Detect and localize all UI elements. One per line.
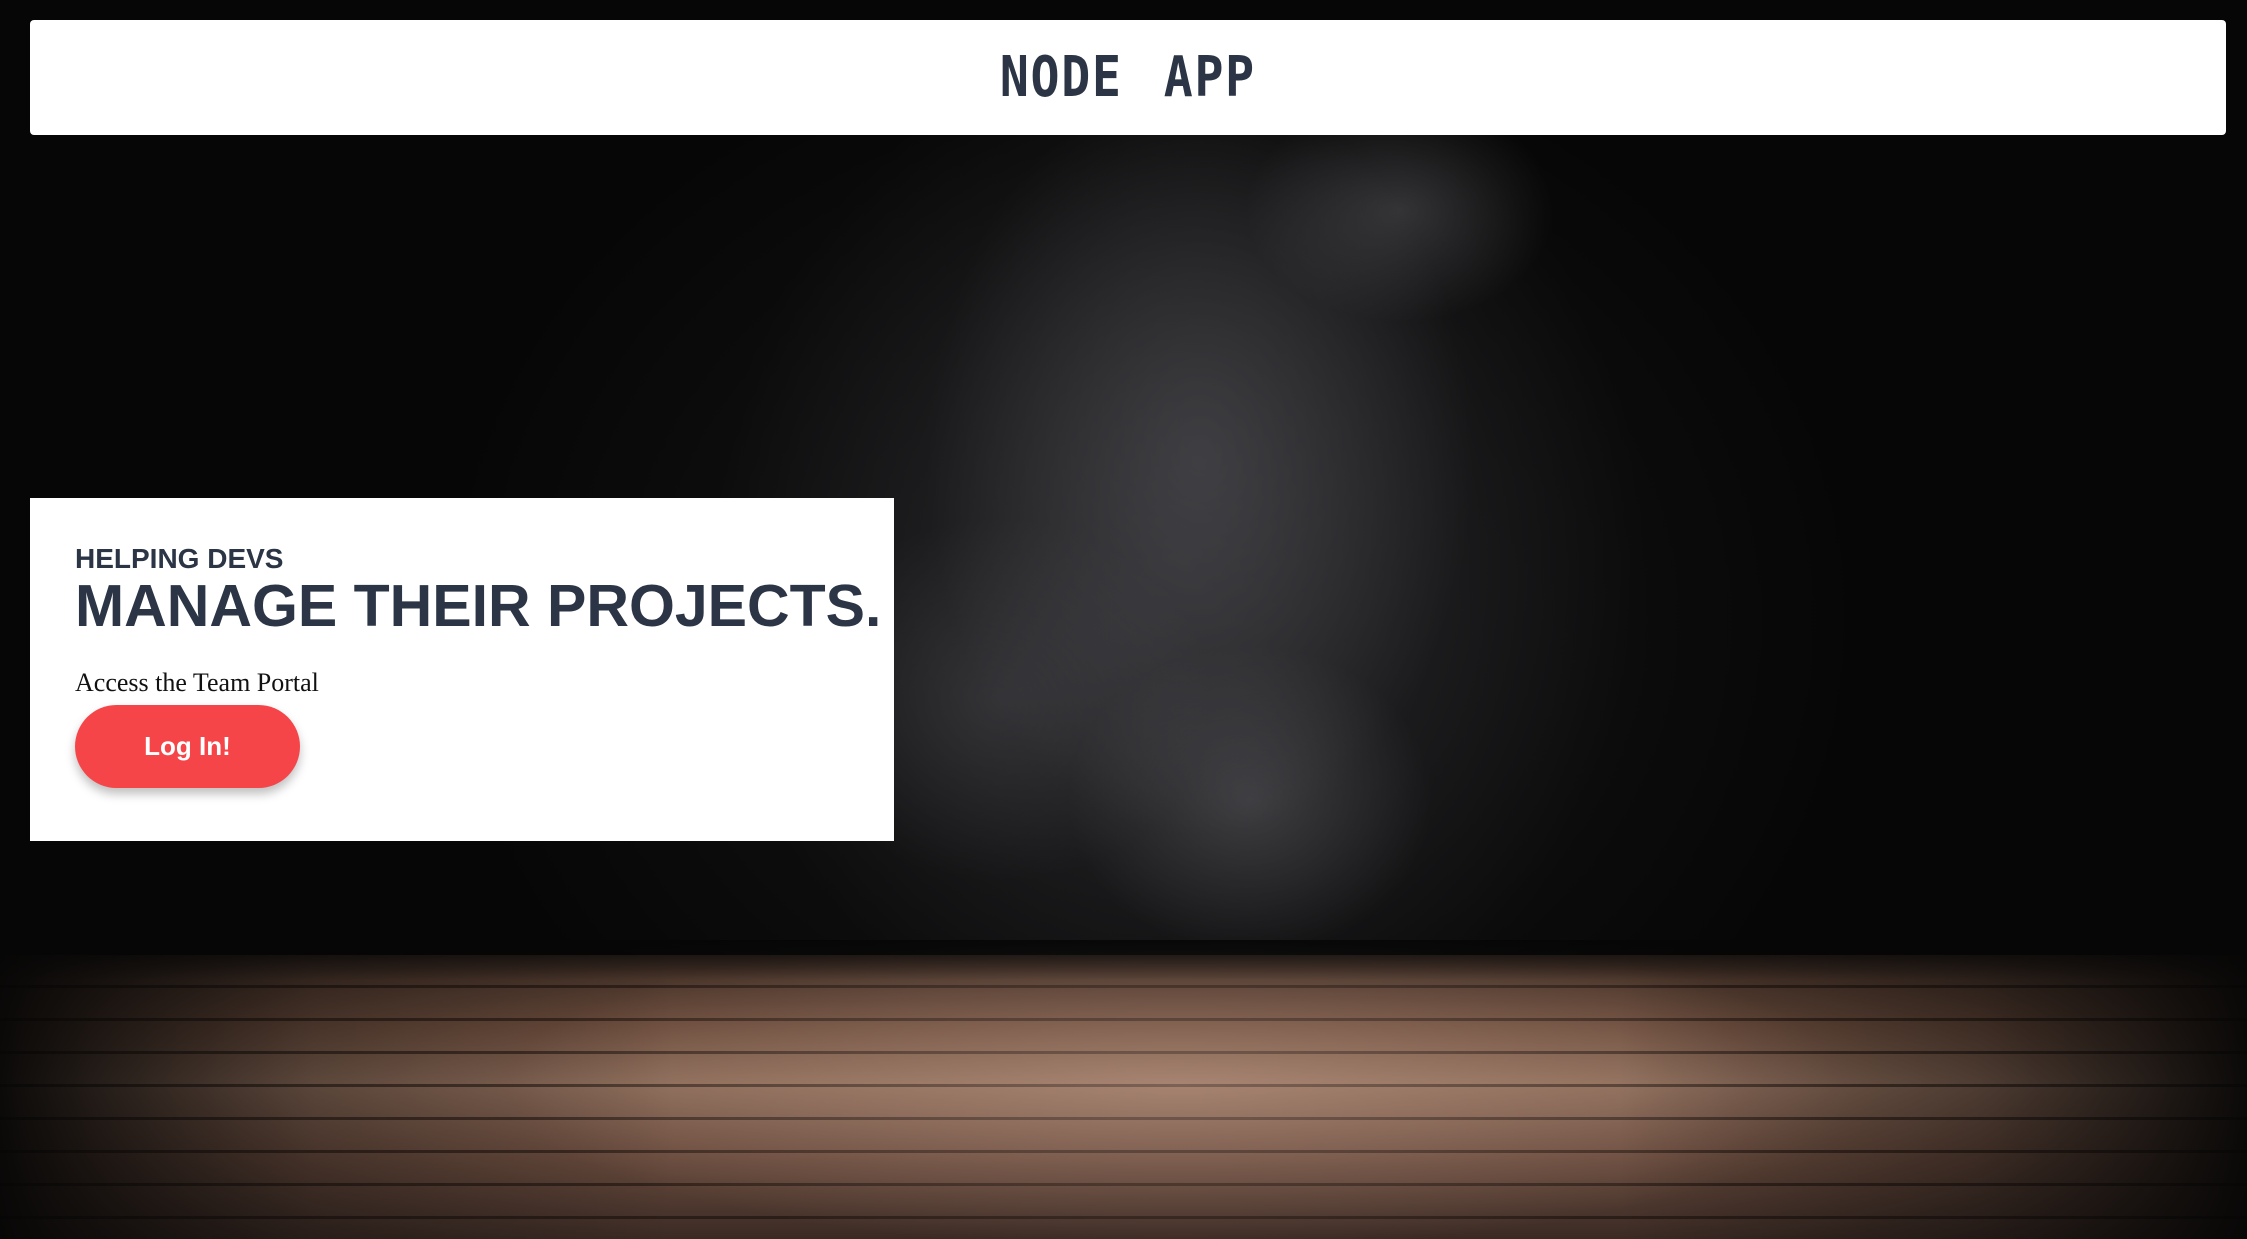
hero-headline: MANAGE THEIR PROJECTS. — [75, 573, 882, 639]
floor-edge-shadow — [0, 940, 2247, 980]
login-button[interactable]: Log In! — [75, 705, 300, 788]
brand-title[interactable]: NODE APP — [1000, 45, 1256, 110]
portal-caption: Access the Team Portal — [75, 668, 319, 697]
floor-vignette — [0, 955, 2247, 1239]
top-navbar: NODE APP — [30, 20, 2226, 135]
hero-eyebrow: HELPING DEVS — [75, 543, 284, 574]
hero-card: HELPING DEVS MANAGE THEIR PROJECTS. Acce… — [30, 498, 894, 841]
